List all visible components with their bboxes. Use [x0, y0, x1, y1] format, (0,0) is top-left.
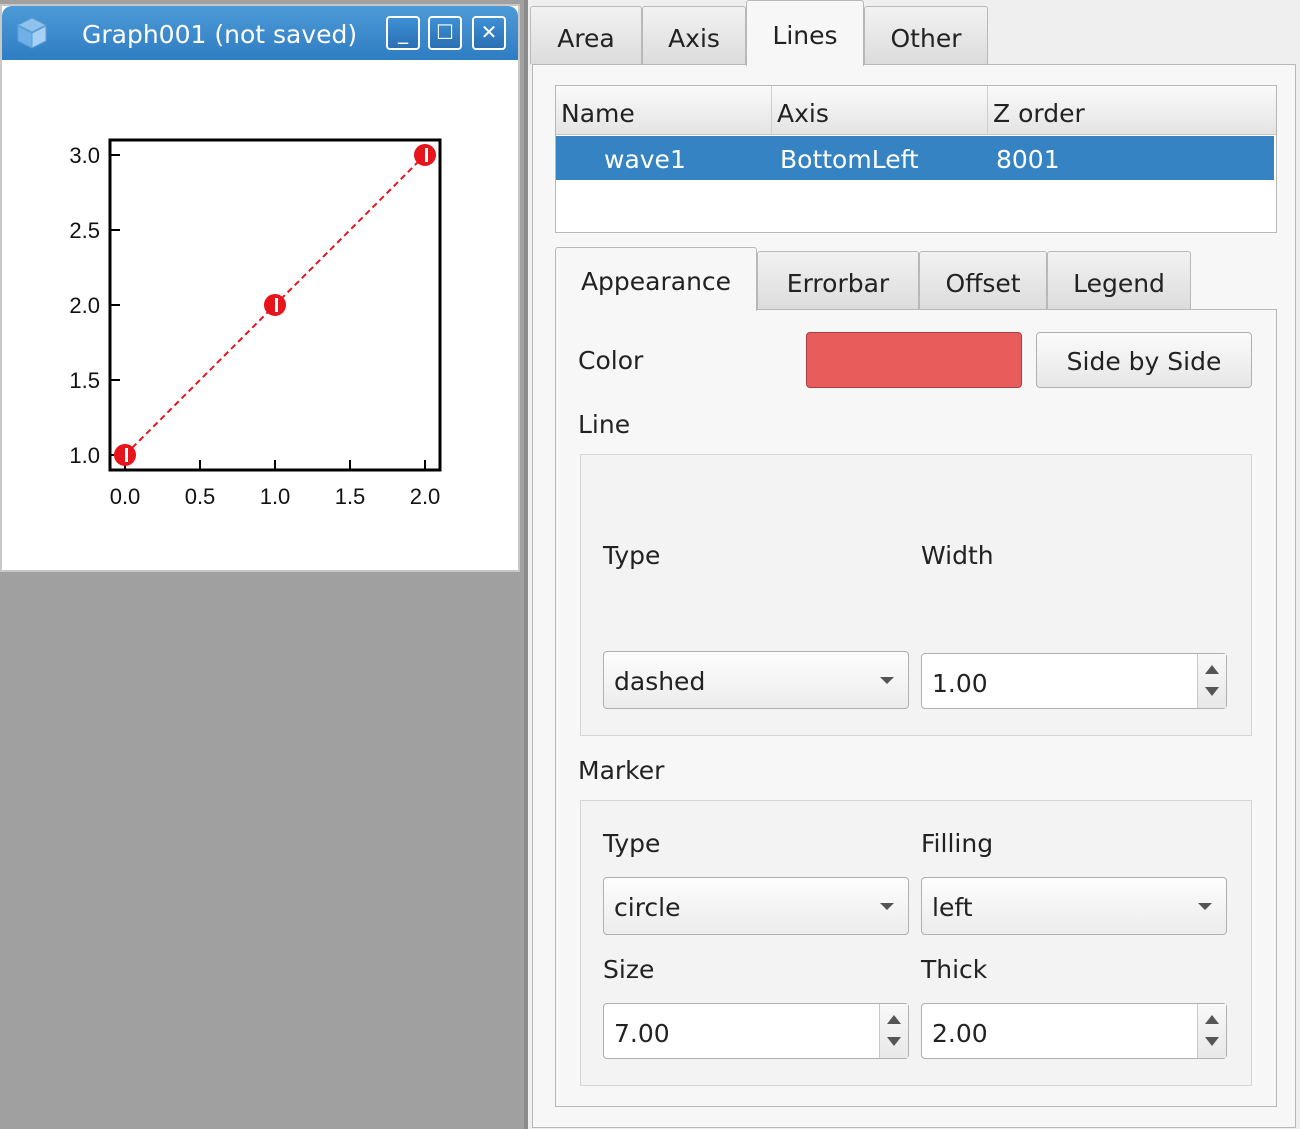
marker-size-label: Size: [603, 955, 655, 984]
subtab-errorbar[interactable]: Errorbar: [757, 251, 919, 309]
x-tick-label: 0.5: [185, 484, 216, 509]
lines-table[interactable]: Name Axis Z order wave1 BottomLeft 8001: [555, 85, 1277, 233]
line-type-label: Type: [603, 541, 661, 570]
subtab-appearance[interactable]: Appearance: [555, 247, 757, 311]
line-width-stepper[interactable]: [1197, 654, 1226, 708]
row-axis: BottomLeft: [780, 145, 919, 174]
subtab-appearance-label: Appearance: [580, 267, 732, 296]
table-header: Name Axis Z order: [556, 86, 1276, 135]
y-tick-label: 3.0: [69, 143, 100, 168]
color-swatch-button[interactable]: [806, 332, 1022, 388]
line-group: Type Width dashed 1.00: [580, 454, 1252, 736]
marker-type-label: Type: [603, 829, 661, 858]
tab-axis[interactable]: Axis: [642, 6, 746, 64]
tab-area[interactable]: Area: [530, 6, 642, 64]
properties-panel: Area Axis Lines Other Name Axis Z order …: [528, 0, 1300, 1129]
marker-group: Type Filling circle left Size Thick 7.00: [580, 800, 1252, 1086]
column-header-name[interactable]: Name: [556, 86, 772, 134]
marker-thick-spinbox[interactable]: 2.00: [921, 1003, 1227, 1059]
chevron-down-icon: [880, 677, 894, 684]
marker-section-label: Marker: [578, 756, 665, 785]
close-button[interactable]: ✕: [472, 16, 506, 50]
tab-axis-label: Axis: [668, 24, 720, 53]
chevron-down-icon: [1198, 903, 1212, 910]
data-point-fill-divider: [125, 448, 128, 462]
x-tick-label: 0.0: [110, 484, 141, 509]
subtab-legend-label: Legend: [1073, 269, 1165, 298]
tab-other[interactable]: Other: [864, 6, 988, 64]
marker-filling-select[interactable]: left: [921, 877, 1227, 935]
x-tick-label: 1.0: [260, 484, 291, 509]
line-width-label: Width: [921, 541, 994, 570]
line-section-label: Line: [578, 410, 631, 439]
graph-window-titlebar[interactable]: Graph001 (not saved) _ ☐ ✕: [2, 6, 518, 60]
app-cube-icon: [16, 17, 48, 49]
marker-size-stepper[interactable]: [879, 1004, 908, 1058]
maximize-button[interactable]: ☐: [428, 16, 462, 50]
graph-window-title: Graph001 (not saved): [82, 20, 358, 49]
line-width-spinbox[interactable]: 1.00: [921, 653, 1227, 709]
x-tick-label: 2.0: [410, 484, 441, 509]
spin-down-icon[interactable]: [887, 1037, 901, 1046]
marker-size-spinbox[interactable]: 7.00: [603, 1003, 909, 1059]
minimize-icon: _: [398, 20, 408, 44]
y-tick-label: 1.5: [69, 368, 100, 393]
line-width-value: 1.00: [932, 669, 988, 698]
spin-up-icon[interactable]: [1205, 665, 1219, 674]
marker-filling-label: Filling: [921, 829, 994, 858]
minimize-button[interactable]: _: [386, 16, 420, 50]
maximize-icon: ☐: [436, 20, 454, 44]
subtab-offset[interactable]: Offset: [919, 251, 1047, 309]
marker-thick-value: 2.00: [932, 1019, 988, 1048]
chevron-down-icon: [880, 903, 894, 910]
data-point-fill-divider: [425, 148, 428, 162]
side-by-side-button[interactable]: Side by Side: [1036, 332, 1252, 388]
marker-filling-value: left: [932, 893, 973, 922]
graph-window[interactable]: Graph001 (not saved) _ ☐ ✕ 0.0 0.5 1.0 1.5 2…: [0, 4, 520, 572]
row-name: wave1: [604, 145, 686, 174]
spin-up-icon[interactable]: [887, 1015, 901, 1024]
tab-lines-label: Lines: [772, 21, 838, 50]
spin-up-icon[interactable]: [1205, 1015, 1219, 1024]
tab-area-label: Area: [557, 24, 615, 53]
line-type-select[interactable]: dashed: [603, 651, 909, 709]
color-label: Color: [578, 346, 644, 375]
y-tick-label: 2.5: [69, 218, 100, 243]
marker-thick-label: Thick: [921, 955, 988, 984]
subtab-offset-label: Offset: [945, 269, 1021, 298]
table-row[interactable]: wave1 BottomLeft 8001: [556, 136, 1274, 180]
column-header-z-order[interactable]: Z order: [988, 86, 1276, 134]
data-point-fill-divider: [275, 298, 278, 312]
spin-down-icon[interactable]: [1205, 1037, 1219, 1046]
column-header-axis[interactable]: Axis: [772, 86, 988, 134]
marker-type-select[interactable]: circle: [603, 877, 909, 935]
y-tick-label: 2.0: [69, 293, 100, 318]
tab-lines[interactable]: Lines: [746, 0, 864, 66]
appearance-pane: Color Side by Side Line Type Width dashe…: [555, 309, 1277, 1107]
tab-other-label: Other: [890, 24, 962, 53]
marker-size-value: 7.00: [614, 1019, 670, 1048]
close-icon: ✕: [480, 20, 498, 44]
marker-type-value: circle: [614, 893, 681, 922]
lines-tab-pane: Name Axis Z order wave1 BottomLeft 8001 …: [532, 64, 1296, 1128]
spin-down-icon[interactable]: [1205, 687, 1219, 696]
plot-area[interactable]: 0.0 0.5 1.0 1.5 2.0 1.0 1.5 2.0 2.5 3.0: [2, 62, 518, 570]
line-type-value: dashed: [614, 667, 706, 696]
marker-thick-stepper[interactable]: [1197, 1004, 1226, 1058]
x-tick-label: 1.5: [335, 484, 366, 509]
subtab-legend[interactable]: Legend: [1047, 251, 1191, 309]
row-z-order: 8001: [996, 145, 1060, 174]
subtab-errorbar-label: Errorbar: [786, 269, 890, 298]
y-tick-label: 1.0: [69, 443, 100, 468]
